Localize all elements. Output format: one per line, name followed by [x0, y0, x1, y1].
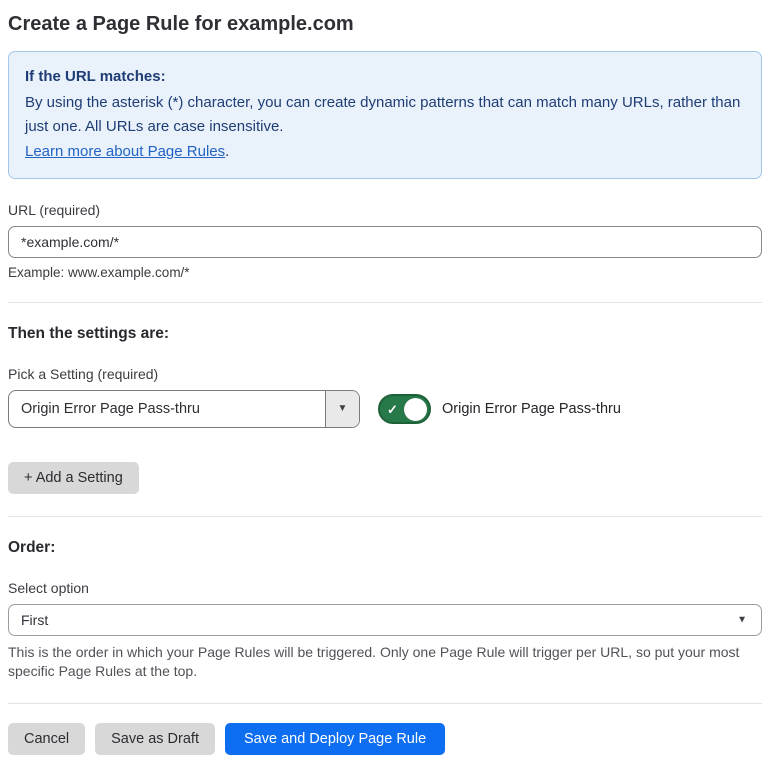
learn-more-link[interactable]: Learn more about Page Rules	[25, 143, 225, 160]
page-rule-form: Create a Page Rule for example.com If th…	[0, 0, 770, 763]
order-help-text: This is the order in which your Page Rul…	[8, 644, 740, 679]
add-setting-button[interactable]: + Add a Setting	[8, 462, 139, 494]
info-box-link-line: Learn more about Page Rules.	[25, 140, 745, 164]
url-field-label: URL (required)	[8, 202, 101, 218]
setting-picker-value: Origin Error Page Pass-thru	[21, 401, 200, 417]
divider	[8, 516, 762, 517]
order-select[interactable]: First ▼	[8, 604, 762, 636]
setting-picker-dropdown[interactable]: Origin Error Page Pass-thru ▼	[8, 390, 360, 428]
chevron-down-icon: ▼	[737, 614, 747, 626]
url-field-example: Example: www.example.com/*	[8, 265, 190, 280]
origin-error-toggle[interactable]: ✓	[378, 394, 431, 424]
save-deploy-button[interactable]: Save and Deploy Page Rule	[224, 723, 446, 755]
setting-picker-dropdown-button[interactable]: ▼	[325, 391, 359, 427]
link-suffix: .	[225, 143, 230, 160]
pick-setting-label: Pick a Setting (required)	[8, 366, 159, 382]
order-section-heading: Order:	[8, 539, 56, 556]
order-select-value: First	[21, 612, 49, 628]
setting-picker-row: Origin Error Page Pass-thru ▼ ✓ Origin E…	[8, 390, 762, 428]
save-draft-button[interactable]: Save as Draft	[95, 723, 215, 755]
divider	[8, 302, 762, 303]
toggle-knob	[404, 397, 427, 421]
divider	[8, 703, 762, 704]
cancel-button[interactable]: Cancel	[8, 723, 86, 755]
toggle-check-icon: ✓	[387, 401, 398, 417]
url-input[interactable]	[8, 226, 762, 258]
url-match-info-box: If the URL matches: By using the asteris…	[8, 51, 762, 179]
order-select-label: Select option	[8, 580, 89, 596]
chevron-down-icon: ▼	[337, 403, 348, 414]
footer-actions: Cancel Save as Draft Save and Deploy Pag…	[8, 723, 762, 755]
toggle-label: Origin Error Page Pass-thru	[442, 401, 621, 417]
info-box-heading: If the URL matches:	[25, 68, 166, 85]
page-title: Create a Page Rule for example.com	[8, 13, 354, 35]
settings-section-heading: Then the settings are:	[8, 325, 170, 342]
info-box-body: By using the asterisk (*) character, you…	[25, 94, 741, 135]
